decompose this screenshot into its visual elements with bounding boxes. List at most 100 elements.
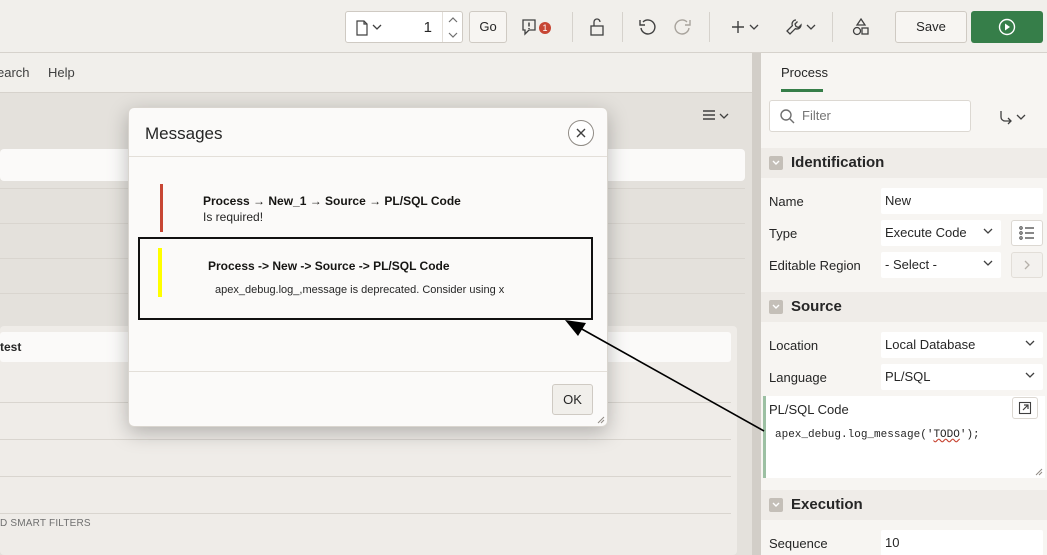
play-icon (998, 18, 1016, 36)
property-label: Editable Region (769, 258, 861, 273)
plus-icon (732, 21, 744, 33)
plsql-code-label: PL/SQL Code (769, 402, 849, 417)
go-to-group-icon[interactable] (997, 109, 1029, 125)
language-value: PL/SQL (885, 369, 931, 384)
code-flagged-word: TODO (933, 429, 960, 441)
message-title[interactable]: Process -> New -> Source -> PL/SQL Code (208, 259, 450, 273)
expand-code-editor-button[interactable] (1012, 397, 1038, 419)
collapse-icon[interactable] (769, 156, 783, 170)
property-label: Sequence (769, 536, 828, 551)
panel-splitter[interactable] (752, 53, 761, 555)
collapse-icon[interactable] (769, 498, 783, 512)
toolbar-divider (832, 12, 833, 42)
smart-filters-label: D SMART FILTERS (0, 518, 91, 529)
divider (129, 371, 607, 372)
sequence-field[interactable]: 10 (881, 530, 1043, 555)
nav-item-help[interactable]: Help (48, 65, 75, 80)
top-toolbar: 1 Go 1 Save (0, 0, 1047, 53)
type-list-button[interactable] (1011, 220, 1043, 246)
go-to-region-button[interactable] (1011, 252, 1043, 278)
chevron-down-icon (749, 24, 759, 30)
create-menu-button[interactable] (728, 14, 762, 40)
divider (0, 513, 731, 514)
property-editable-region: Editable Region - Select - (761, 249, 1047, 281)
nav-item-search[interactable]: earch (0, 65, 30, 80)
type-select[interactable]: Execute Code (881, 220, 1001, 246)
filter-input[interactable] (802, 108, 962, 123)
messages-dialog: Messages Process → New_1 → Source → PL/S… (128, 107, 608, 427)
redo-icon (674, 19, 691, 35)
filter-field[interactable] (769, 100, 971, 132)
section-identification-header[interactable]: Identification (761, 148, 1047, 178)
chevron-right-icon (1024, 260, 1030, 270)
undo-icon (639, 19, 656, 35)
go-button[interactable]: Go (469, 11, 507, 43)
chevron-down-icon (806, 24, 815, 30)
shared-components-button[interactable] (848, 14, 874, 40)
sub-navigation: earch Help (0, 53, 752, 93)
toolbar-divider (709, 12, 710, 42)
section-execution-header[interactable]: Execution (761, 490, 1047, 520)
region-title: test (0, 340, 22, 354)
property-label: Name (769, 194, 804, 209)
code-text[interactable]: apex_debug.log_message('TODO'); (775, 429, 980, 441)
code-part: '); (959, 429, 980, 441)
messages-count-badge: 1 (539, 22, 551, 34)
section-title: Execution (791, 496, 863, 513)
annotation-highlight-box (138, 237, 593, 320)
message-title[interactable]: Process → New_1 → Source → PL/SQL Code (203, 194, 461, 208)
warning-indicator (158, 248, 162, 297)
property-label: Language (769, 370, 827, 385)
property-name: Name New (761, 185, 1047, 217)
editable-region-value: - Select - (885, 257, 938, 272)
divider (129, 156, 607, 157)
editable-region-select[interactable]: - Select - (881, 252, 1001, 278)
location-select[interactable]: Local Database (881, 332, 1043, 358)
chevron-down-icon (1025, 340, 1035, 346)
section-title: Source (791, 298, 842, 315)
location-value: Local Database (885, 337, 976, 352)
utilities-menu-button[interactable] (782, 14, 818, 40)
page-number-stepper[interactable] (442, 12, 462, 42)
tab-process[interactable]: Process (781, 65, 828, 80)
chevron-down-icon[interactable] (443, 28, 463, 42)
section-source-header[interactable]: Source (761, 292, 1047, 322)
redo-button[interactable] (670, 14, 696, 40)
active-tab-indicator (781, 89, 823, 92)
property-location: Location Local Database (761, 329, 1047, 361)
collapse-icon[interactable] (769, 300, 783, 314)
toolbar-divider (572, 12, 573, 42)
divider (0, 439, 731, 440)
run-button[interactable] (971, 11, 1043, 43)
expand-icon (1018, 401, 1032, 415)
message-text: Is required! (203, 210, 264, 224)
page-selector[interactable]: 1 (345, 11, 463, 43)
page-icon (356, 20, 368, 36)
section-title: Identification (791, 154, 885, 171)
resize-handle-icon[interactable] (1035, 468, 1043, 476)
property-label: Type (769, 226, 798, 241)
unlock-icon (590, 18, 604, 36)
chevron-down-icon[interactable] (372, 24, 382, 30)
close-button[interactable] (568, 120, 594, 146)
name-field[interactable]: New (881, 188, 1043, 214)
chevron-down-icon (1025, 372, 1035, 378)
list-menu-icon[interactable] (700, 109, 732, 123)
ok-button[interactable]: OK (552, 384, 593, 415)
close-icon (576, 128, 586, 138)
chevron-up-icon[interactable] (443, 13, 463, 27)
language-select[interactable]: PL/SQL (881, 364, 1043, 390)
search-icon (780, 109, 795, 124)
lock-button[interactable] (584, 14, 610, 40)
chevron-down-icon (983, 228, 993, 234)
type-select-value: Execute Code (885, 225, 967, 240)
undo-button[interactable] (634, 14, 660, 40)
speech-bubble-alert-icon (522, 19, 536, 36)
property-sequence: Sequence 10 (761, 527, 1047, 555)
save-button[interactable]: Save (895, 11, 967, 43)
error-indicator (160, 184, 163, 232)
page-number-value[interactable]: 1 (424, 19, 432, 36)
message-text: apex_debug.log_,message is deprecated. C… (215, 284, 505, 296)
resize-handle-icon[interactable] (597, 416, 605, 424)
wrench-icon (785, 19, 802, 35)
